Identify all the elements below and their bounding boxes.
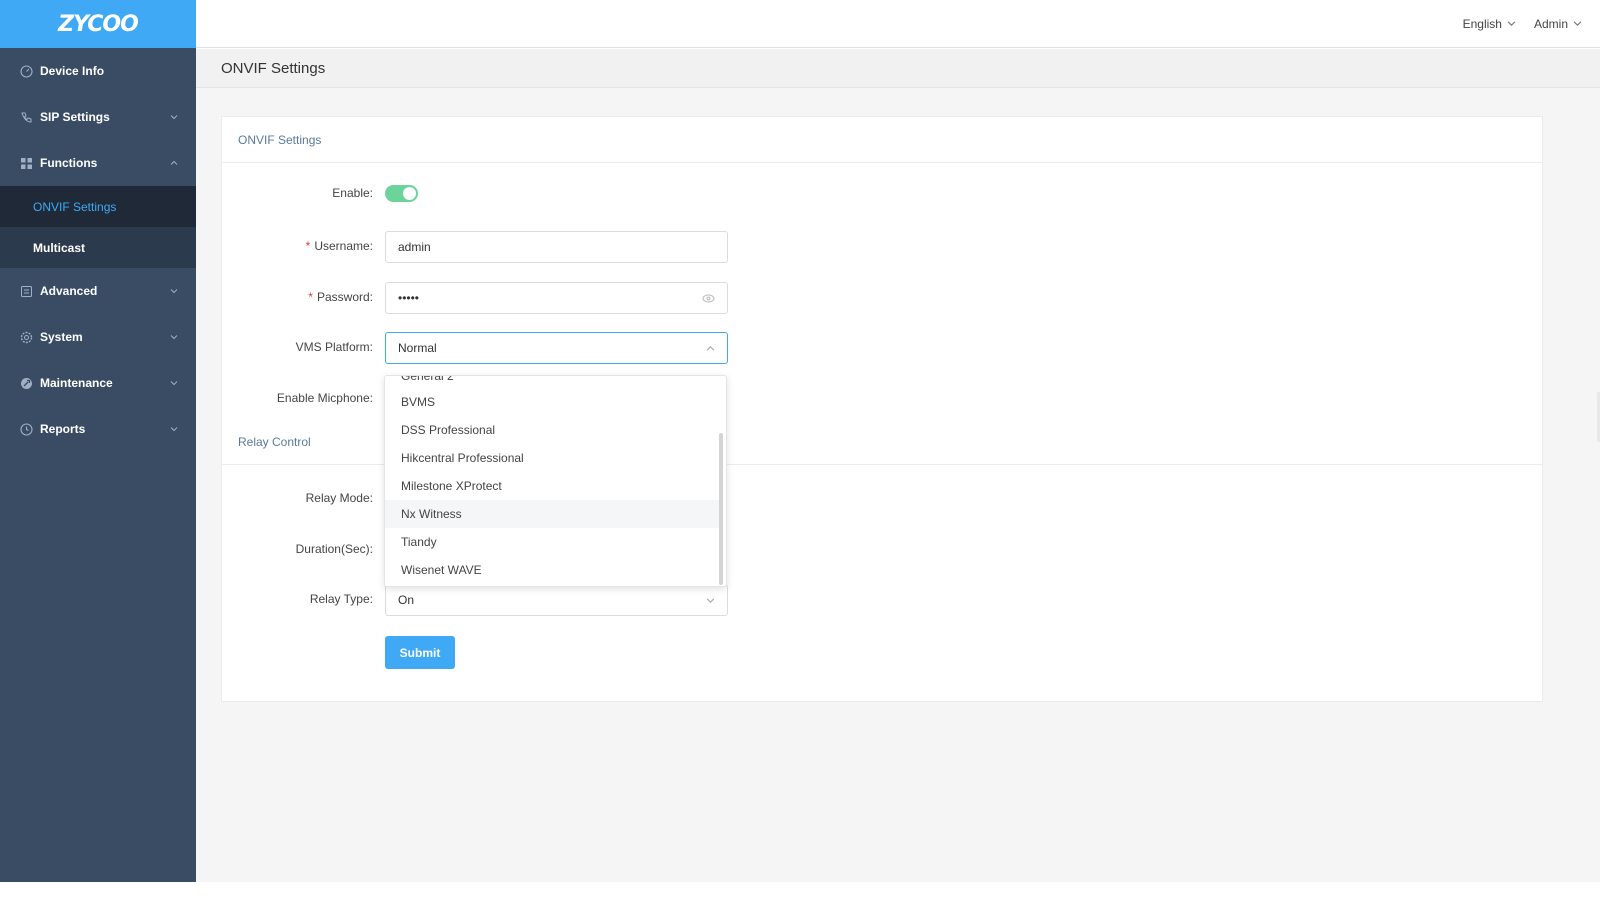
sidebar-item-advanced[interactable]: Advanced	[0, 268, 196, 314]
sidebar-item-label: System	[40, 330, 83, 344]
dropdown-option[interactable]: Milestone XProtect	[385, 472, 721, 500]
eye-icon[interactable]	[702, 294, 715, 303]
document-icon	[20, 285, 33, 298]
sidebar: ZYCOO Device Info SIP Settings Functions…	[0, 0, 196, 882]
chevron-down-icon	[170, 335, 178, 340]
chevron-up-icon	[706, 345, 715, 351]
vms-platform-select[interactable]: Normal	[385, 332, 728, 364]
toggle-knob	[403, 187, 416, 200]
sidebar-item-label: Advanced	[40, 284, 98, 298]
wrench-icon	[20, 377, 33, 390]
submit-button[interactable]: Submit	[385, 636, 455, 669]
logo-text: ZYCOO	[58, 11, 139, 37]
vms-platform-row: VMS Platform: Normal	[222, 332, 1542, 364]
relay-mode-label: Relay Mode:	[305, 491, 373, 505]
chevron-down-icon	[170, 427, 178, 432]
grid-icon	[20, 157, 33, 170]
enable-label: Enable:	[332, 186, 373, 200]
chevron-down-icon	[170, 115, 178, 120]
brand-logo[interactable]: ZYCOO	[0, 0, 196, 48]
chevron-down-icon	[1507, 21, 1516, 26]
mic-label: Enable Micphone:	[276, 391, 373, 405]
clock-icon	[20, 422, 33, 436]
required-mark: *	[308, 290, 313, 304]
username-value: admin	[398, 240, 431, 254]
chevron-up-icon	[170, 160, 178, 165]
sidebar-item-sip-settings[interactable]: SIP Settings	[0, 94, 196, 140]
chevron-down-icon	[1573, 21, 1582, 26]
user-dropdown[interactable]: Admin	[1534, 17, 1582, 31]
dropdown-scrollbar[interactable]	[719, 433, 723, 585]
dropdown-option-hovered[interactable]: Nx Witness	[385, 500, 721, 528]
language-label: English	[1462, 16, 1502, 31]
vms-platform-label: VMS Platform:	[295, 340, 373, 354]
section-title: ONVIF Settings	[238, 132, 322, 147]
page-title: ONVIF Settings	[221, 59, 326, 77]
enable-toggle[interactable]	[385, 185, 418, 202]
required-mark: *	[305, 239, 311, 253]
sidebar-item-reports[interactable]: Reports	[0, 406, 196, 452]
sidebar-item-label: Reports	[40, 422, 86, 436]
dropdown-option[interactable]: BVMS	[385, 388, 721, 416]
functions-submenu: ONVIF Settings Multicast	[0, 186, 196, 268]
chevron-down-icon	[706, 597, 715, 603]
relay-type-row: Relay Type: On	[222, 584, 1542, 616]
dropdown-option[interactable]: DSS Professional	[385, 416, 721, 444]
sidebar-item-device-info[interactable]: Device Info	[0, 48, 196, 94]
gauge-icon	[20, 64, 33, 78]
sidebar-item-maintenance[interactable]: Maintenance	[0, 360, 196, 406]
sidebar-item-label: Maintenance	[40, 376, 113, 390]
password-value: •••••	[398, 291, 420, 305]
duration-label: Duration(Sec):	[295, 542, 373, 556]
relay-type-value: On	[398, 593, 415, 607]
enable-row: Enable:	[222, 178, 1542, 210]
vms-platform-value: Normal	[398, 341, 437, 355]
sidebar-item-system[interactable]: System	[0, 314, 196, 360]
sidebar-item-functions[interactable]: Functions	[0, 140, 196, 186]
phone-icon	[20, 111, 33, 124]
password-label-text: Password:	[316, 290, 373, 304]
top-header: English Admin	[196, 0, 1600, 48]
sidebar-item-label: SIP Settings	[40, 110, 110, 124]
chevron-down-icon	[170, 289, 178, 294]
sidebar-item-label: Functions	[40, 156, 98, 170]
vms-platform-dropdown: General 2 BVMS DSS Professional Hikcentr…	[384, 375, 727, 587]
language-dropdown[interactable]: English	[1463, 17, 1516, 31]
sidebar-item-label: Device Info	[40, 64, 105, 78]
password-label: * Password:	[308, 290, 373, 304]
username-row: * Username: admin	[222, 231, 1542, 263]
relay-type-select[interactable]: On	[385, 584, 728, 616]
onvif-section-header: ONVIF Settings	[222, 117, 1542, 163]
gear-icon	[20, 331, 33, 344]
password-input[interactable]: •••••	[385, 282, 728, 314]
relay-type-label: Relay Type:	[309, 592, 373, 606]
username-label-text: Username:	[314, 239, 373, 253]
dropdown-option[interactable]: Tiandy	[385, 528, 721, 556]
password-row: * Password: •••••	[222, 282, 1542, 314]
sidebar-subitem-multicast[interactable]: Multicast	[0, 227, 196, 268]
username-input[interactable]: admin	[385, 231, 728, 263]
section-title: Relay Control	[238, 434, 311, 449]
dropdown-option[interactable]: Hikcentral Professional	[385, 444, 721, 472]
dropdown-option[interactable]: Wisenet WAVE	[385, 556, 721, 584]
page-title-bar: ONVIF Settings	[196, 49, 1600, 88]
username-label: * Username:	[306, 239, 373, 253]
sidebar-subitem-onvif-settings[interactable]: ONVIF Settings	[0, 186, 196, 227]
chevron-down-icon	[170, 381, 178, 386]
user-label: Admin	[1533, 16, 1568, 31]
